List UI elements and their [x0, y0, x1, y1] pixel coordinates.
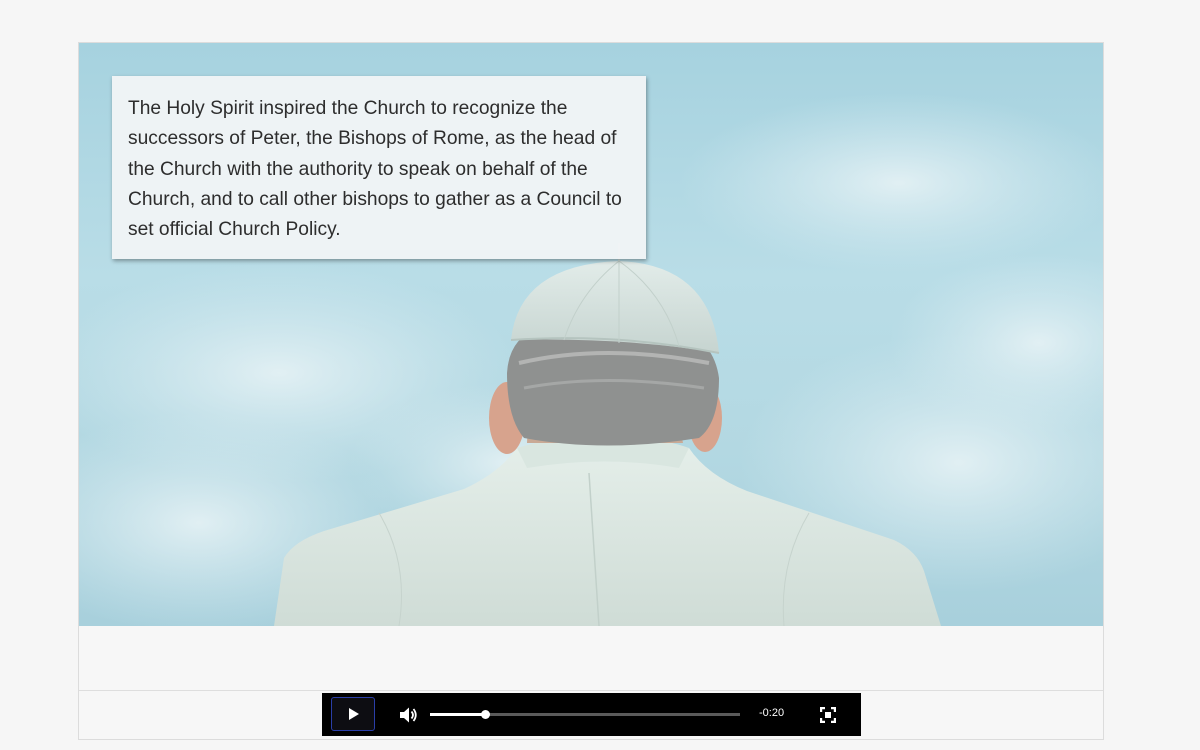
player-divider: [79, 690, 1103, 691]
slide-caption: The Holy Spirit inspired the Church to r…: [112, 76, 646, 259]
media-player: -0:20: [322, 693, 861, 736]
volume-icon: [400, 707, 417, 723]
time-remaining: -0:20: [759, 707, 785, 719]
seek-bar-progress: [430, 713, 486, 716]
volume-button[interactable]: [398, 705, 418, 725]
fullscreen-icon: [819, 706, 837, 724]
seek-bar[interactable]: [430, 710, 740, 719]
seek-bar-handle[interactable]: [481, 710, 491, 719]
play-icon: [349, 708, 359, 720]
presentation-frame: The Holy Spirit inspired the Church to r…: [78, 42, 1104, 740]
fullscreen-button[interactable]: [819, 706, 837, 724]
slide-image: The Holy Spirit inspired the Church to r…: [79, 43, 1103, 626]
play-button[interactable]: [331, 697, 375, 731]
